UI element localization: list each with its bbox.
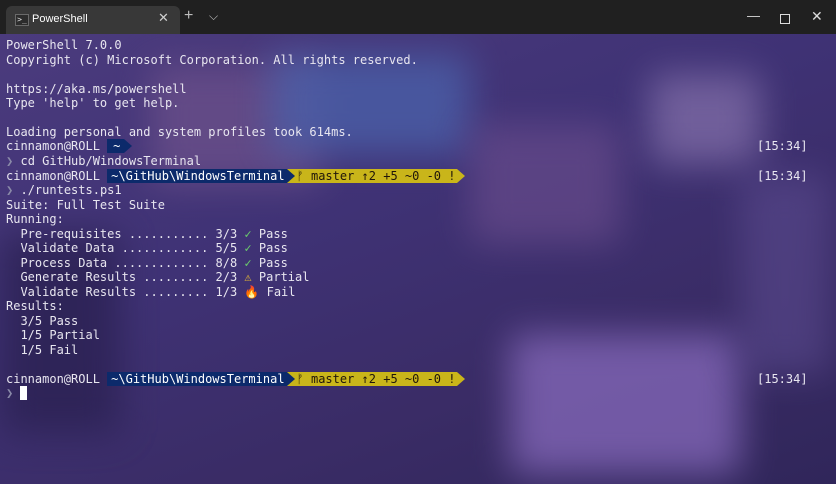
result-row: 3/5 Pass	[6, 314, 79, 328]
prompt-path: ~\GitHub\WindowsTerminal	[107, 169, 287, 183]
close-window-button[interactable]: ✕	[811, 8, 823, 25]
prompt-chevron-icon: ❯	[6, 386, 14, 400]
prompt-chevron-icon: ❯	[6, 183, 14, 197]
git-status: ᚠ master ↑2 +5 ~0 -0 !	[294, 169, 458, 183]
fire-icon: 🔥	[244, 285, 260, 299]
prompt-path: ~\GitHub\WindowsTerminal	[107, 372, 287, 386]
prompt-path: ~	[107, 139, 125, 153]
warning-icon: ⚠	[244, 270, 252, 284]
title-bar: >_ PowerShell ✕ + ⌵ — ✕	[0, 0, 836, 34]
chevron-down-icon[interactable]: ⌵	[209, 9, 218, 24]
command-text: ./runtests.ps1	[20, 183, 122, 197]
prompt-time: [15:34]	[757, 139, 808, 153]
prompt-time: [15:34]	[757, 372, 808, 386]
command-text: cd GitHub/WindowsTerminal	[20, 154, 202, 168]
minimize-button[interactable]: —	[747, 8, 760, 23]
running-label: Running:	[6, 212, 64, 226]
header-line: Type 'help' to get help.	[6, 96, 180, 110]
tab-title: PowerShell	[32, 13, 88, 25]
prompt-line: cinnamon@ROLL ~	[6, 139, 133, 153]
command-line: ❯ cd GitHub/WindowsTerminal	[6, 154, 201, 168]
tab-close-icon[interactable]: ✕	[158, 10, 169, 26]
test-row: Validate Results ......... 1/3 🔥 Fail	[6, 285, 296, 299]
header-line: PowerShell 7.0.0	[6, 38, 122, 52]
header-line: https://aka.ms/powershell	[6, 82, 187, 96]
suite-line: Suite: Full Test Suite	[6, 198, 165, 212]
prompt-time: [15:34]	[757, 169, 808, 183]
tab-powershell[interactable]: >_ PowerShell ✕	[6, 6, 180, 34]
check-icon: ✓	[244, 256, 252, 270]
maximize-button[interactable]	[780, 14, 790, 24]
test-row: Pre-requisites ........... 3/3 ✓ Pass	[6, 227, 288, 241]
check-icon: ✓	[244, 241, 252, 255]
check-icon: ✓	[244, 227, 252, 241]
git-status: ᚠ master ↑2 +5 ~0 -0 !	[294, 372, 458, 386]
test-row: Process Data ............. 8/8 ✓ Pass	[6, 256, 288, 270]
header-line: Copyright (c) Microsoft Corporation. All…	[6, 53, 418, 67]
text-cursor	[20, 386, 28, 400]
command-line[interactable]: ❯	[6, 386, 28, 400]
prompt-line: cinnamon@ROLL ~\GitHub\WindowsTerminal ᚠ …	[6, 372, 466, 386]
powershell-icon: >_	[15, 14, 29, 26]
header-line: Loading personal and system profiles too…	[6, 125, 353, 139]
prompt-user: cinnamon@ROLL	[6, 169, 100, 183]
command-line: ❯ ./runtests.ps1	[6, 183, 122, 197]
test-row: Generate Results ......... 2/3 ⚠ Partial	[6, 270, 310, 284]
test-row: Validate Data ............ 5/5 ✓ Pass	[6, 241, 288, 255]
terminal-output[interactable]: PowerShell 7.0.0 Copyright (c) Microsoft…	[0, 34, 836, 484]
result-row: 1/5 Fail	[6, 343, 79, 357]
prompt-user: cinnamon@ROLL	[6, 139, 100, 153]
prompt-user: cinnamon@ROLL	[6, 372, 100, 386]
new-tab-button[interactable]: +	[184, 8, 193, 24]
prompt-chevron-icon: ❯	[6, 154, 14, 168]
prompt-line: cinnamon@ROLL ~\GitHub\WindowsTerminal ᚠ …	[6, 169, 466, 183]
result-row: 1/5 Partial	[6, 328, 100, 342]
results-label: Results:	[6, 299, 64, 313]
